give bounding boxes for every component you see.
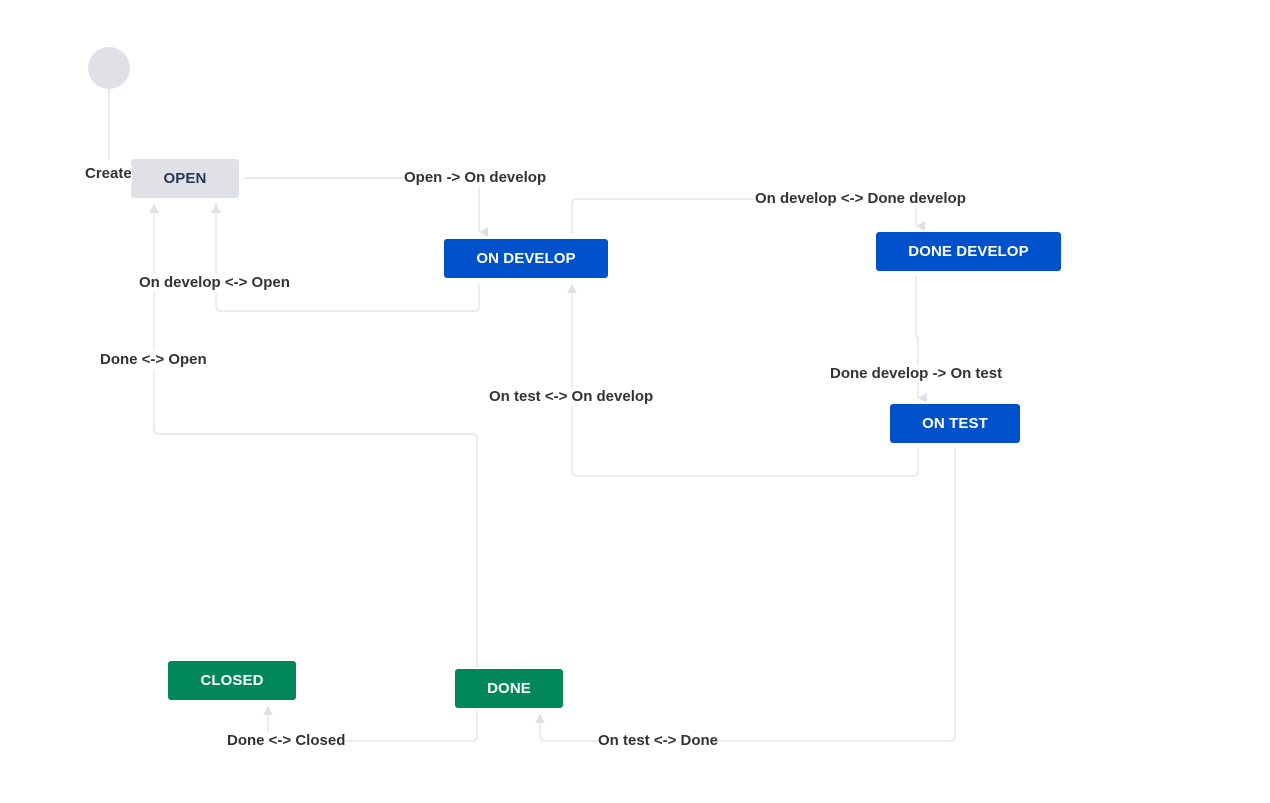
edge-on-test-done: [535, 448, 956, 742]
transition-label-on-develop-done-develop[interactable]: On develop <-> Done develop: [755, 190, 966, 208]
transition-label-open-to-on-develop[interactable]: Open -> On develop: [404, 169, 547, 187]
transition-label-create[interactable]: Create: [85, 165, 132, 183]
status-on-develop[interactable]: ON DEVELOP: [444, 239, 608, 278]
edge-on-develop-open: [211, 204, 480, 312]
status-open[interactable]: OPEN: [131, 159, 239, 198]
status-done[interactable]: DONE: [455, 669, 563, 708]
transition-label-on-develop-open[interactable]: On develop <-> Open: [139, 274, 290, 292]
transition-label-on-test-done[interactable]: On test <-> Done: [598, 732, 719, 750]
transition-label-done-open[interactable]: Done <-> Open: [100, 351, 207, 369]
status-closed[interactable]: CLOSED: [168, 661, 296, 700]
transition-label-done-develop-to-on-test[interactable]: Done develop -> On test: [830, 365, 1003, 383]
workflow-diagram: OPEN ON DEVELOP DONE DEVELOP ON TEST CLO…: [0, 0, 1270, 803]
transition-label-on-test-on-develop[interactable]: On test <-> On develop: [489, 388, 654, 406]
status-done-develop[interactable]: DONE DEVELOP: [876, 232, 1061, 271]
start-node: [88, 47, 130, 89]
status-on-test[interactable]: ON TEST: [890, 404, 1020, 443]
transition-label-done-closed[interactable]: Done <-> Closed: [227, 732, 346, 750]
